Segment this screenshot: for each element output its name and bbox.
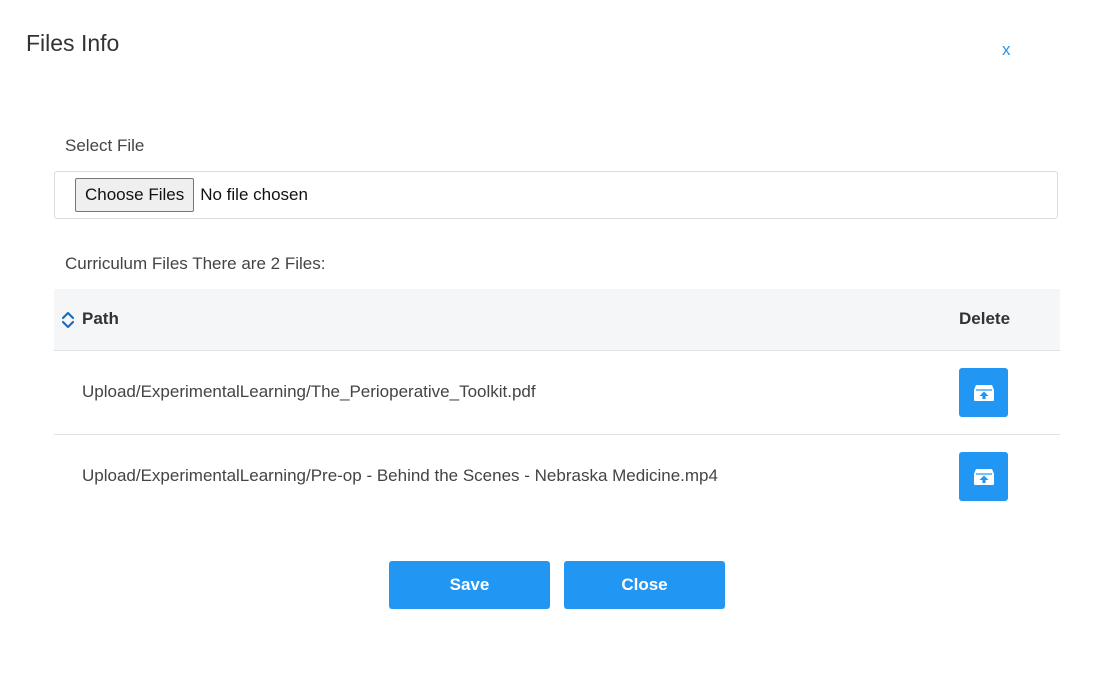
file-status-text: No file chosen [200, 185, 308, 204]
close-button[interactable]: Close [564, 561, 725, 609]
dialog-title: Files Info [26, 30, 120, 56]
files-summary: Curriculum Files There are 2 Files: [65, 254, 326, 273]
close-dialog-button[interactable]: x [1002, 40, 1011, 60]
choose-files-button[interactable]: Choose Files [75, 178, 195, 212]
table-row: Upload/ExperimentalLearning/Pre-op - Beh… [54, 435, 1060, 518]
delete-file-button[interactable] [959, 452, 1008, 501]
sort-icon[interactable] [61, 310, 75, 330]
save-button[interactable]: Save [389, 561, 550, 609]
file-input[interactable]: Choose Files No file chosen [54, 171, 1058, 219]
file-path: Upload/ExperimentalLearning/The_Perioper… [82, 382, 536, 401]
files-table: Path Delete Upload/ExperimentalLearning/… [54, 289, 1060, 518]
file-path: Upload/ExperimentalLearning/Pre-op - Beh… [82, 466, 718, 485]
delete-file-button[interactable] [959, 368, 1008, 417]
table-row: Upload/ExperimentalLearning/The_Perioper… [54, 351, 1060, 435]
select-file-label: Select File [65, 136, 145, 155]
table-header: Path Delete [54, 289, 1060, 351]
column-header-delete: Delete [959, 309, 1011, 328]
column-header-path[interactable]: Path [82, 309, 119, 329]
archive-upload-icon [973, 384, 994, 401]
archive-upload-icon [973, 468, 994, 485]
